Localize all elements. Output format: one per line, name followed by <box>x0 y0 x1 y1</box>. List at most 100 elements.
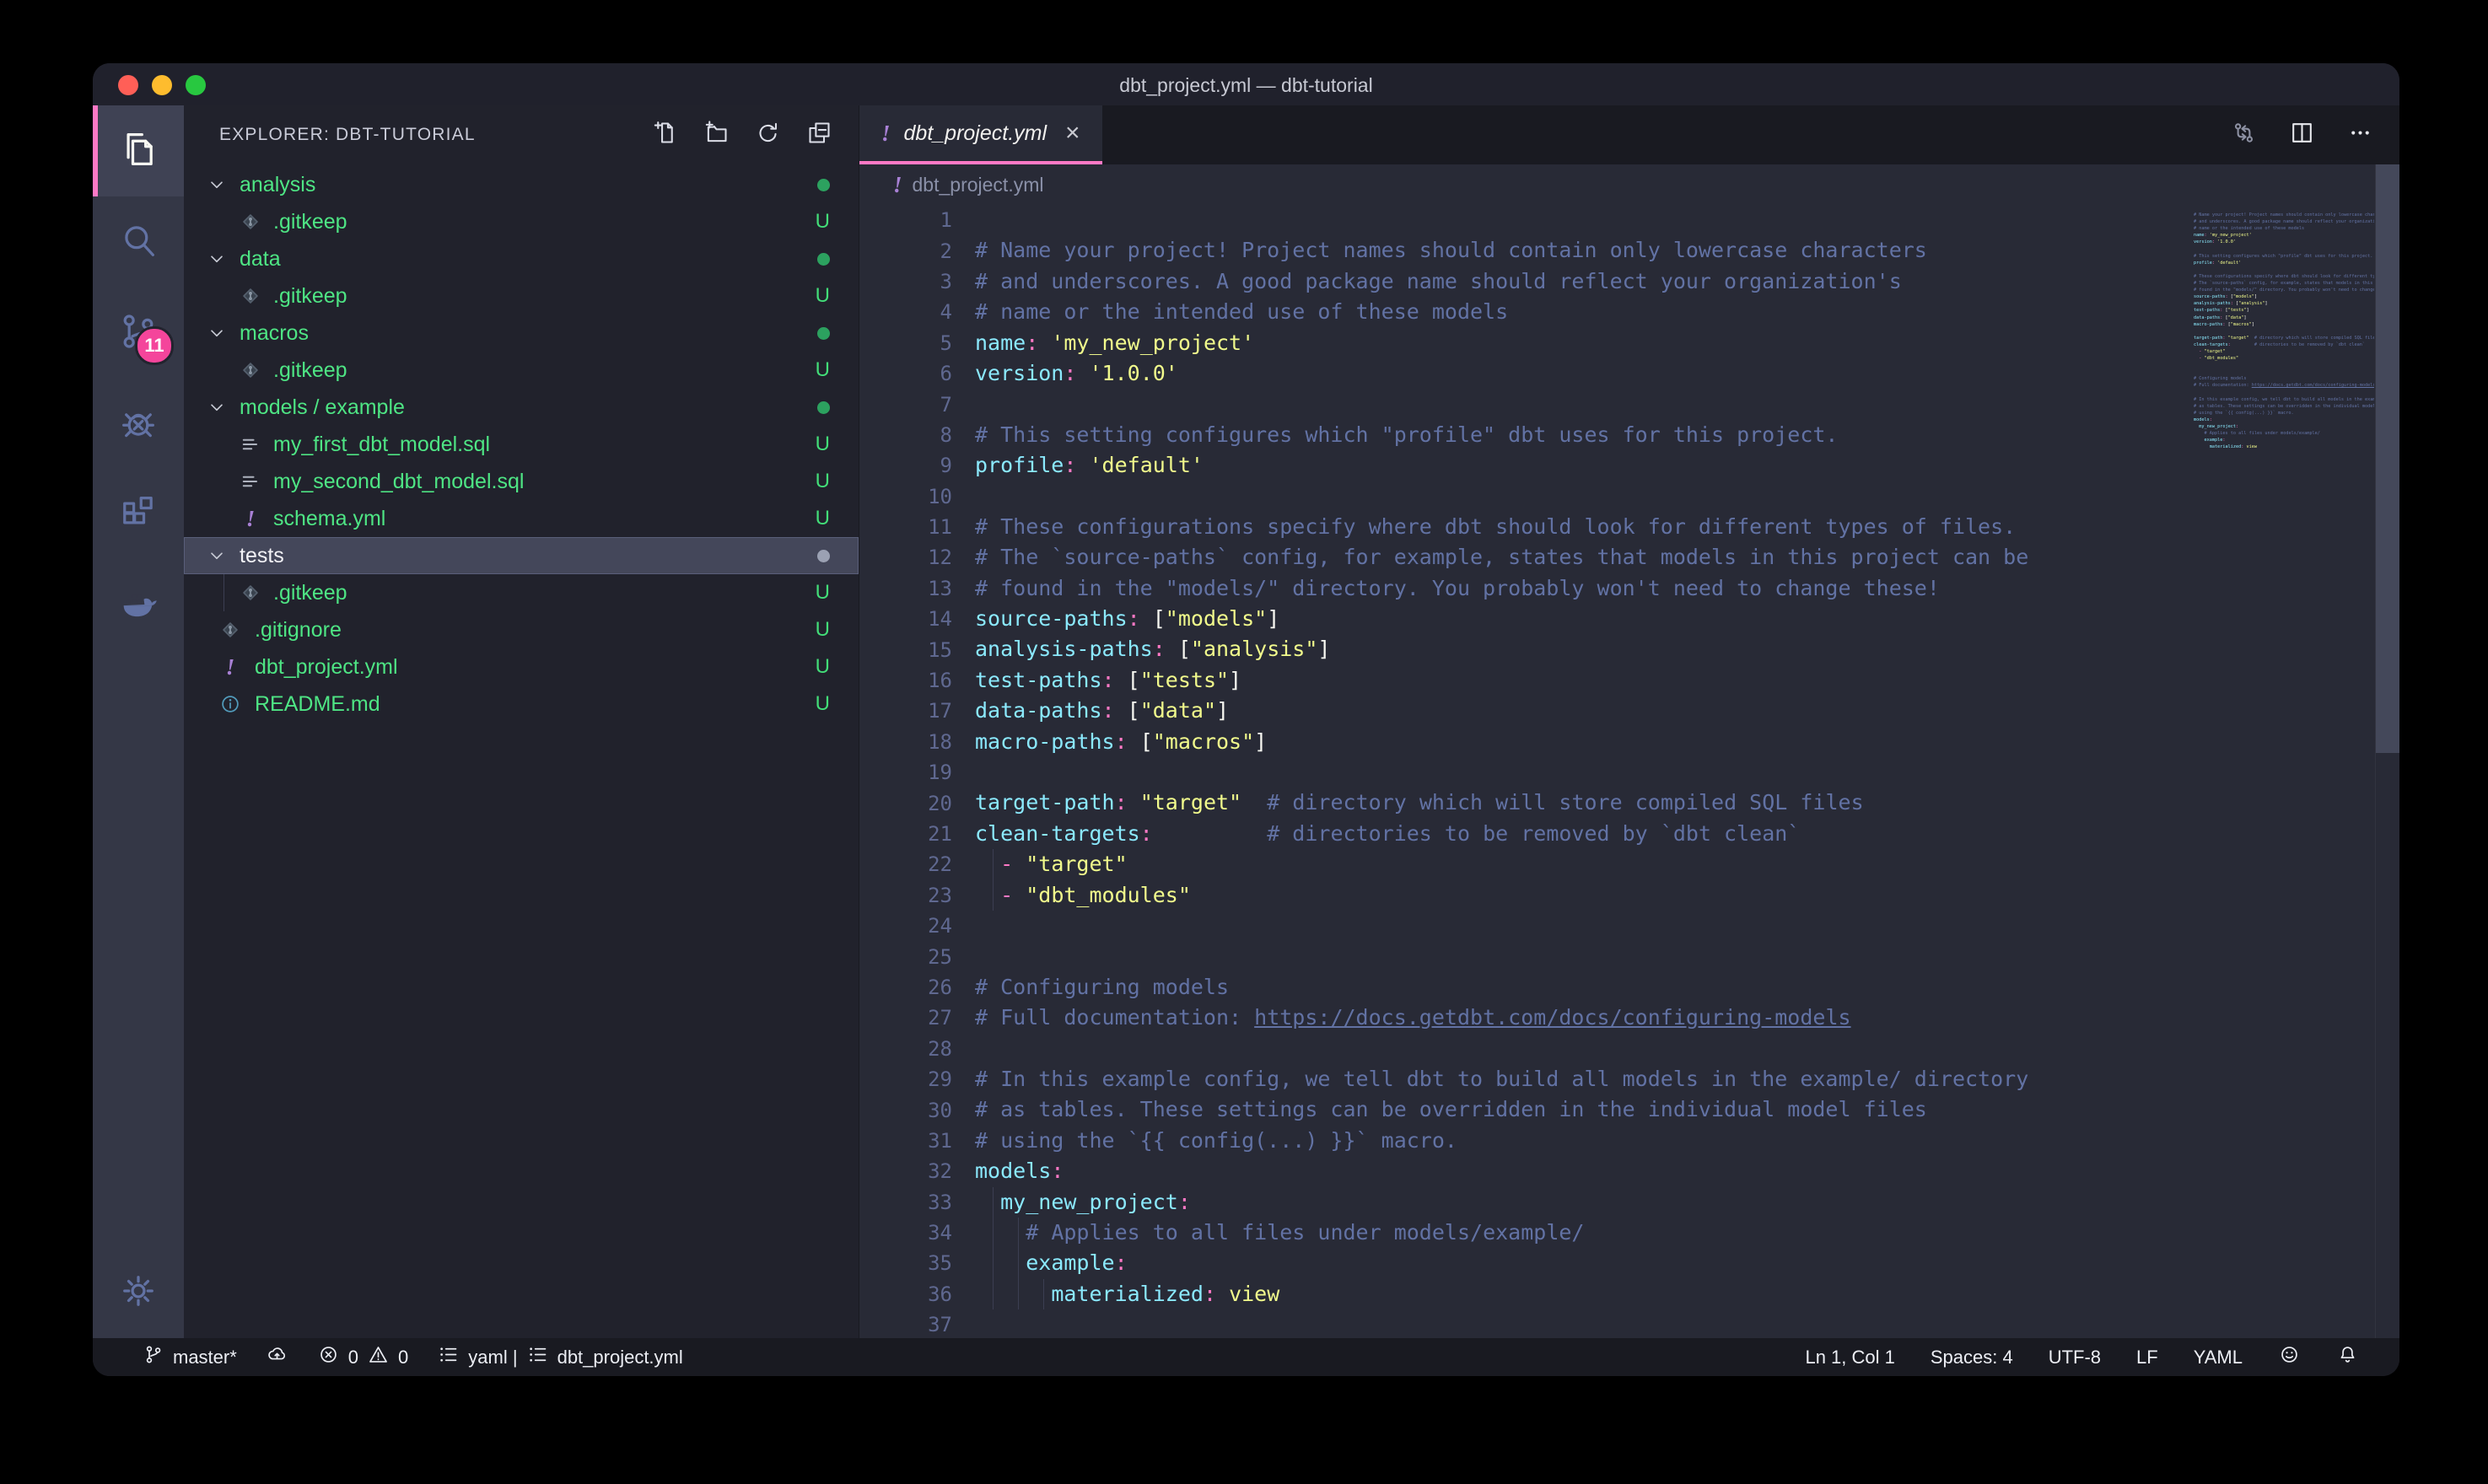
code-line: 5name: 'my_new_project' <box>859 328 2399 358</box>
line-number: 7 <box>859 393 952 417</box>
split-editor-icon[interactable] <box>2288 119 2316 151</box>
status-notifications[interactable] <box>2336 1343 2359 1371</box>
status-feedback[interactable] <box>2278 1343 2301 1371</box>
tree-item-label: .gitkeep <box>273 210 347 234</box>
tree-item-dbt-project-yml[interactable]: !dbt_project.ymlU <box>184 648 859 686</box>
git-file-icon <box>238 209 263 234</box>
status-language-mode[interactable]: YAML <box>2194 1347 2243 1368</box>
scrollbar-slider[interactable] <box>2376 164 2399 753</box>
breadcrumb[interactable]: ! dbt_project.yml <box>859 164 2399 205</box>
code-line: 24 <box>859 911 2399 941</box>
minimap[interactable]: # Name your project! Project names shoul… <box>2194 205 2374 466</box>
line-number: 33 <box>859 1191 952 1214</box>
tree-item-tests[interactable]: tests <box>184 537 859 574</box>
activity-item-extensions[interactable] <box>93 470 184 561</box>
code-editor[interactable]: 1 2 # Name your project! Project names sho… <box>859 205 2399 1338</box>
git-file-icon <box>238 358 263 383</box>
git-untracked-badge: U <box>816 655 830 679</box>
status-git-branch[interactable]: master* <box>142 1343 237 1371</box>
line-number: 3 <box>859 270 952 293</box>
collapse-all-icon[interactable] <box>805 119 833 151</box>
indent-guide <box>1018 1248 1019 1278</box>
activity-item-search[interactable] <box>93 196 184 288</box>
line-number: 30 <box>859 1099 952 1122</box>
tree-item-label: macros <box>240 321 309 346</box>
code-line: 19 <box>859 757 2399 788</box>
code-line: 15analysis-paths: ["analysis"] <box>859 634 2399 664</box>
activity-item-settings[interactable] <box>93 1247 184 1338</box>
tree-item-label: my_first_dbt_model.sql <box>273 433 490 457</box>
tree-item-models-example[interactable]: models / example <box>184 389 859 426</box>
activity-item-docker[interactable] <box>93 561 184 652</box>
code-line: 17data-paths: ["data"] <box>859 696 2399 726</box>
tree-item-gitkeep-nested[interactable]: .gitkeepU <box>184 352 859 389</box>
code-line: 23 - "dbt_modules" <box>859 880 2399 911</box>
status-tasks-yaml[interactable]: yaml |dbt_project.yml <box>437 1343 682 1371</box>
line-number: 28 <box>859 1037 952 1061</box>
tree-item-gitkeep-nested[interactable]: .gitkeepU <box>184 203 859 240</box>
chevron-down-icon <box>206 322 228 344</box>
line-number: 35 <box>859 1251 952 1275</box>
indent-guide <box>993 1279 994 1309</box>
line-number: 24 <box>859 914 952 938</box>
tree-item-data[interactable]: data <box>184 240 859 277</box>
new-file-icon[interactable] <box>651 119 679 151</box>
close-tab-icon[interactable]: × <box>1065 121 1080 146</box>
status-indentation[interactable]: Spaces: 4 <box>1931 1347 2013 1368</box>
git-file-icon <box>238 283 263 309</box>
tree-item-label: .gitkeep <box>273 284 347 309</box>
tree-item-label: .gitkeep <box>273 358 347 383</box>
git-untracked-badge: U <box>816 433 830 456</box>
indent-guide <box>993 849 994 879</box>
tree-item-analysis[interactable]: analysis <box>184 166 859 203</box>
sql-file-icon <box>238 469 263 494</box>
indent-guide <box>1043 1279 1044 1309</box>
tree-item-gitignore[interactable]: .gitignoreU <box>184 611 859 648</box>
yaml-file-icon: ! <box>893 172 902 198</box>
git-modified-dot <box>817 327 830 340</box>
tree-item-label: data <box>240 247 281 272</box>
indent-guide <box>223 574 224 611</box>
line-number: 25 <box>859 945 952 969</box>
activity-item-run-debug[interactable] <box>93 379 184 470</box>
tree-item-schema-yml-nested[interactable]: !schema.ymlU <box>184 500 859 537</box>
activity-item-explorer[interactable] <box>93 105 184 196</box>
status-eol[interactable]: LF <box>2136 1347 2158 1368</box>
status-sync-changes[interactable] <box>266 1343 288 1371</box>
git-modified-dot <box>817 550 830 562</box>
tree-item-macros[interactable]: macros <box>184 315 859 352</box>
indent-guide <box>1018 1218 1019 1248</box>
tree-item-label: dbt_project.yml <box>255 655 398 680</box>
git-untracked-badge: U <box>816 581 830 605</box>
tree-item-label: README.md <box>255 692 380 717</box>
open-changes-icon[interactable] <box>2230 119 2258 151</box>
yaml-file-icon: ! <box>238 506 263 531</box>
tree-item-gitkeep-nested[interactable]: .gitkeepU <box>184 574 859 611</box>
tree-item-readme-md[interactable]: README.mdU <box>184 686 859 723</box>
status-bar: master* 00 yaml |dbt_project.yml Ln 1, Col… <box>93 1338 2399 1376</box>
new-folder-icon[interactable] <box>703 119 730 151</box>
line-number: 23 <box>859 884 952 907</box>
code-line: 27# Full documentation: https://docs.get… <box>859 1003 2399 1033</box>
status-encoding[interactable]: UTF-8 <box>2049 1347 2101 1368</box>
status-cursor-position[interactable]: Ln 1, Col 1 <box>1805 1347 1894 1368</box>
line-number: 2 <box>859 239 952 263</box>
more-actions-icon[interactable] <box>2346 119 2374 151</box>
line-number: 29 <box>859 1067 952 1091</box>
code-line: 30# as tables. These settings can be ove… <box>859 1094 2399 1125</box>
code-line: 16test-paths: ["tests"] <box>859 665 2399 696</box>
code-line: 1 <box>859 205 2399 235</box>
tree-item-my-first-dbt-model-sql-nested[interactable]: my_first_dbt_model.sql U <box>184 426 859 463</box>
list-icon <box>526 1343 549 1371</box>
tab-label: dbt_project.yml <box>904 121 1047 146</box>
status-problems[interactable]: 00 <box>317 1343 409 1371</box>
tree-item-gitkeep-nested[interactable]: .gitkeepU <box>184 277 859 315</box>
code-line: 6version: '1.0.0' <box>859 358 2399 389</box>
line-number: 37 <box>859 1313 952 1336</box>
refresh-icon[interactable] <box>754 119 782 151</box>
activity-item-source-control[interactable]: 11 <box>93 288 184 379</box>
tree-item-my-second-dbt-model-sql-nested[interactable]: my_second_dbt_model.sqlU <box>184 463 859 500</box>
docker-icon <box>116 583 160 631</box>
tab-dbt-project-yml[interactable]: ! dbt_project.yml × <box>859 105 1102 164</box>
code-line: 34 # Applies to all files under models/e… <box>859 1218 2399 1248</box>
